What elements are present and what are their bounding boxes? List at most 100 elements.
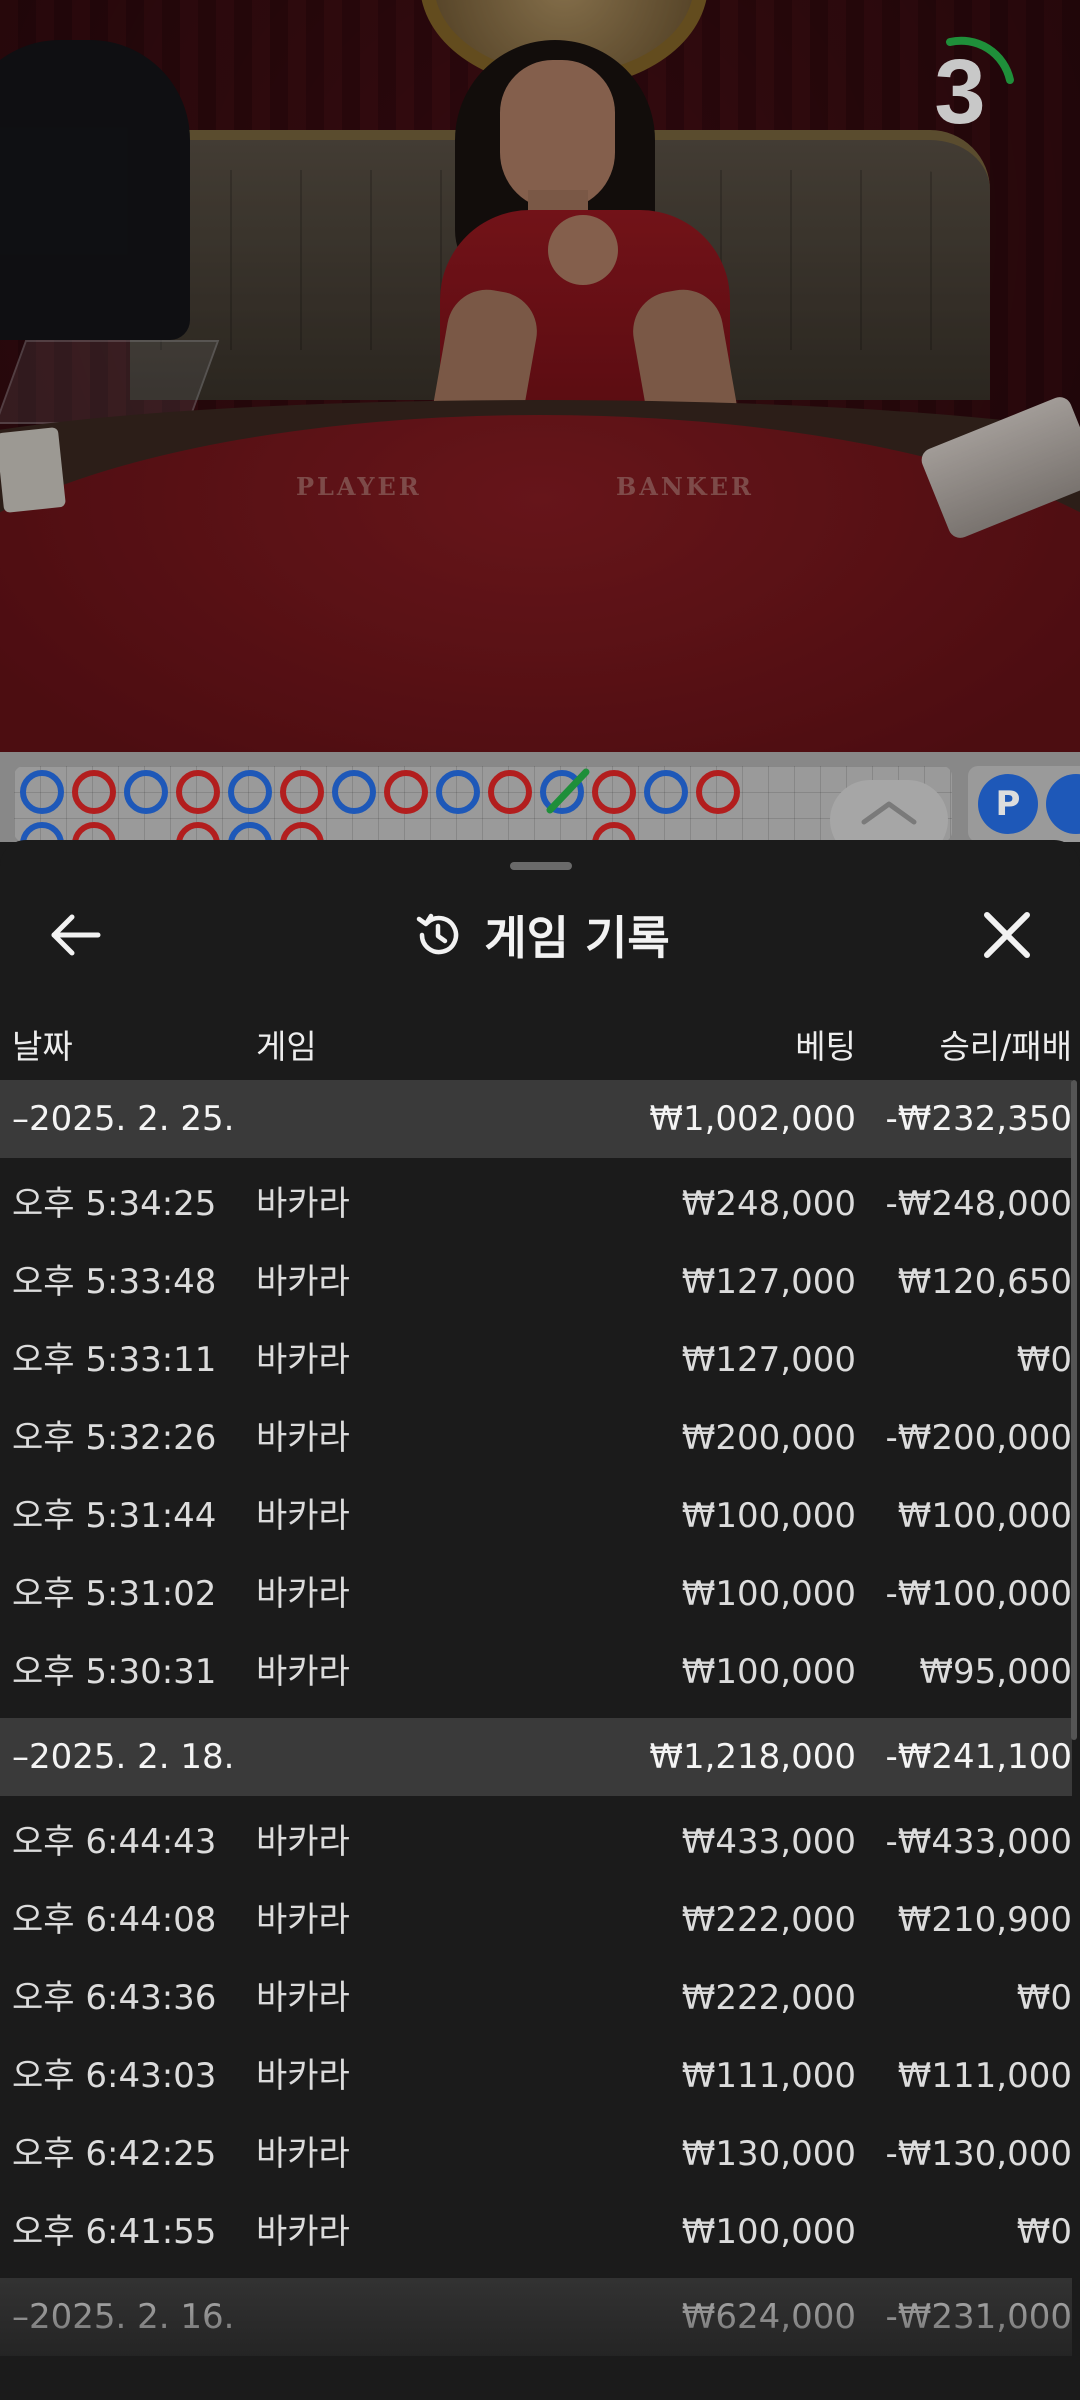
row-bet: ₩130,000 <box>681 2134 856 2174</box>
banker-bead <box>592 770 636 814</box>
roadmap-bar: P <box>0 752 1080 866</box>
row-bet: ₩100,000 <box>681 1652 856 1692</box>
chevron-up-icon <box>861 801 917 825</box>
sheet-grab-handle[interactable] <box>510 862 572 870</box>
row-bet: ₩433,000 <box>681 1822 856 1862</box>
player-bead <box>332 770 376 814</box>
history-icon <box>417 913 459 955</box>
row-game: 바카라 <box>256 1574 350 1614</box>
row-time: 오후 6:43:36 <box>12 1978 217 2018</box>
row-result: -₩130,000 <box>885 2134 1073 2174</box>
row-time: 오후 5:32:26 <box>12 1418 217 1458</box>
live-dealer-video: PLAYER BANKER 3 <box>0 0 1080 752</box>
close-button[interactable] <box>972 900 1042 970</box>
row-time: 오후 5:31:02 <box>12 1574 217 1614</box>
column-header-bet: 베팅 <box>795 1027 856 1066</box>
row-result: -₩200,000 <box>885 1418 1073 1458</box>
row-time: 오후 6:42:25 <box>12 2134 217 2174</box>
history-row[interactable]: 오후 5:34:25 바카라 ₩248,000 -₩248,000 <box>0 1165 1072 1243</box>
row-game: 바카라 <box>256 1262 350 1302</box>
game-history-sheet: 게임 기록 날짜 게임 베팅 승리/패배 –2025. 2. 25. ₩1,002… <box>0 840 1080 2400</box>
row-time: 오후 5:33:48 <box>12 1262 217 1302</box>
row-bet: ₩127,000 <box>681 1262 856 1302</box>
banker-bead <box>384 770 428 814</box>
banker-bead <box>696 770 740 814</box>
date-group-header[interactable]: –2025. 2. 18. ₩1,218,000 -₩241,100 <box>0 1718 1072 1796</box>
row-game: 바카라 <box>256 1496 350 1536</box>
column-header-game: 게임 <box>256 1027 317 1066</box>
group-result-total: -₩231,000 <box>885 2297 1073 2337</box>
row-bet: ₩100,000 <box>681 1574 856 1614</box>
row-time: 오후 6:41:55 <box>12 2212 217 2252</box>
row-game: 바카라 <box>256 1340 350 1380</box>
countdown-number: 3 <box>934 41 986 143</box>
row-result: ₩0 <box>1016 2212 1072 2252</box>
row-result: ₩0 <box>1016 1340 1072 1380</box>
banker-predict-button[interactable] <box>1046 774 1080 834</box>
group-date: –2025. 2. 18. <box>12 1737 235 1777</box>
row-result: ₩95,000 <box>919 1652 1072 1692</box>
group-bet-total: ₩1,218,000 <box>649 1737 856 1777</box>
row-time: 오후 6:43:03 <box>12 2056 217 2096</box>
row-time: 오후 5:30:31 <box>12 1652 217 1692</box>
bead-road[interactable] <box>14 766 952 866</box>
history-table-body: –2025. 2. 25. ₩1,002,000 -₩232,350 오후 5:34:… <box>0 1080 1072 2356</box>
row-result: ₩120,650 <box>897 1262 1072 1302</box>
row-bet: ₩200,000 <box>681 1418 856 1458</box>
history-row[interactable]: 오후 6:43:36 바카라 ₩222,000 ₩0 <box>0 1959 1072 2037</box>
row-game: 바카라 <box>256 1822 350 1862</box>
row-result: -₩248,000 <box>885 1184 1073 1224</box>
row-result: ₩111,000 <box>897 2056 1072 2096</box>
row-result: -₩433,000 <box>885 1822 1073 1862</box>
row-bet: ₩111,000 <box>681 2056 856 2096</box>
column-header-result: 승리/패배 <box>939 1027 1072 1066</box>
row-time: 오후 5:31:44 <box>12 1496 217 1536</box>
player-bead <box>644 770 688 814</box>
group-date: –2025. 2. 16. <box>12 2297 235 2337</box>
row-time: 오후 6:44:08 <box>12 1900 217 1940</box>
close-icon <box>984 912 1030 958</box>
history-row[interactable]: 오후 6:42:25 바카라 ₩130,000 -₩130,000 <box>0 2115 1072 2193</box>
history-row[interactable]: 오후 6:44:43 바카라 ₩433,000 -₩433,000 <box>0 1803 1072 1881</box>
history-row[interactable]: 오후 5:33:48 바카라 ₩127,000 ₩120,650 <box>0 1243 1072 1321</box>
banker-bead <box>176 770 220 814</box>
history-row[interactable]: 오후 5:31:44 바카라 ₩100,000 ₩100,000 <box>0 1477 1072 1555</box>
group-date: –2025. 2. 25. <box>12 1099 235 1139</box>
group-bet-total: ₩624,000 <box>681 2297 856 2337</box>
history-row[interactable]: 오후 6:44:08 바카라 ₩222,000 ₩210,900 <box>0 1881 1072 1959</box>
row-game: 바카라 <box>256 2212 350 2252</box>
history-row[interactable]: 오후 5:31:02 바카라 ₩100,000 -₩100,000 <box>0 1555 1072 1633</box>
row-bet: ₩127,000 <box>681 1340 856 1380</box>
player-bead <box>124 770 168 814</box>
row-game: 바카라 <box>256 1900 350 1940</box>
row-game: 바카라 <box>256 2056 350 2096</box>
history-row[interactable]: 오후 6:41:55 바카라 ₩100,000 ₩0 <box>0 2193 1072 2271</box>
row-game: 바카라 <box>256 2134 350 2174</box>
date-group-header[interactable]: –2025. 2. 25. ₩1,002,000 -₩232,350 <box>0 1080 1072 1158</box>
group-result-total: -₩232,350 <box>885 1099 1073 1139</box>
row-bet: ₩100,000 <box>681 1496 856 1536</box>
predict-panel[interactable]: P <box>968 766 1080 842</box>
row-bet: ₩222,000 <box>681 1900 856 1940</box>
history-row[interactable]: 오후 5:32:26 바카라 ₩200,000 -₩200,000 <box>0 1399 1072 1477</box>
history-row[interactable]: 오후 5:33:11 바카라 ₩127,000 ₩0 <box>0 1321 1072 1399</box>
natural-tick-icon <box>546 768 590 814</box>
date-group-header[interactable]: –2025. 2. 16. ₩624,000 -₩231,000 <box>0 2278 1072 2356</box>
player-predict-button[interactable]: P <box>978 774 1038 834</box>
sheet-title: 게임 기록 <box>484 911 670 965</box>
row-result: ₩100,000 <box>897 1496 1072 1536</box>
history-row[interactable]: 오후 6:43:03 바카라 ₩111,000 ₩111,000 <box>0 2037 1072 2115</box>
row-bet: ₩100,000 <box>681 2212 856 2252</box>
player-bead <box>20 770 64 814</box>
row-game: 바카라 <box>256 1652 350 1692</box>
player-bead <box>228 770 272 814</box>
column-header-date: 날짜 <box>12 1027 73 1066</box>
row-time: 오후 5:33:11 <box>12 1340 217 1380</box>
scrollbar[interactable] <box>1071 1080 1077 1740</box>
banker-bead <box>488 770 532 814</box>
row-result: ₩210,900 <box>897 1900 1072 1940</box>
banker-bead <box>72 770 116 814</box>
history-row[interactable]: 오후 5:30:31 바카라 ₩100,000 ₩95,000 <box>0 1633 1072 1711</box>
row-game: 바카라 <box>256 1418 350 1458</box>
player-bead <box>436 770 480 814</box>
